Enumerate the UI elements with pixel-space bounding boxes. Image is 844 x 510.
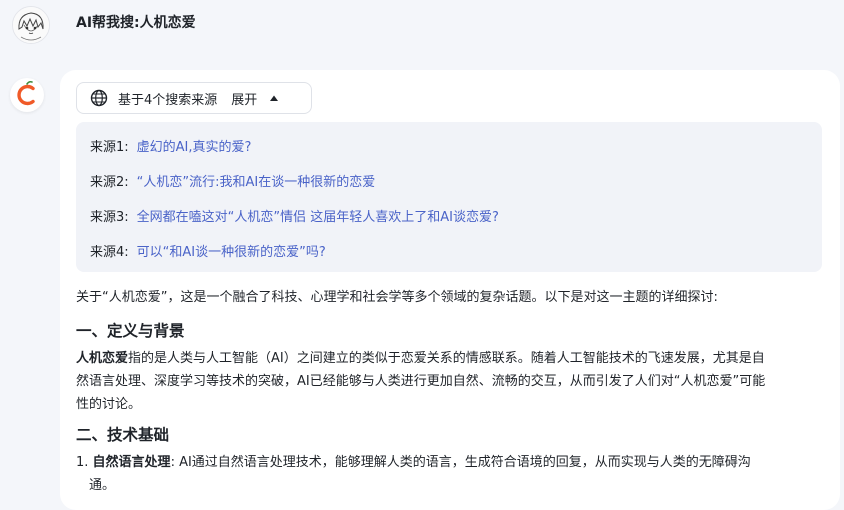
source-tag: 来源4:	[90, 245, 129, 260]
list-number: 1.	[76, 455, 89, 470]
orange-c-logo-icon	[17, 80, 35, 106]
source-tag: 来源2:	[90, 175, 129, 190]
answer-intro: 关于“人机恋爱”，这是一个融合了科技、心理学和社会学等多个领域的复杂话题。以下是…	[76, 290, 718, 305]
source-item-1[interactable]: 来源1: 虚幻的AI,真实的爱?	[90, 136, 251, 155]
list-item-text: : AI通过自然语言处理技术，能够理解人类的语言，生成符合语境的回复，从而实现与…	[170, 455, 751, 470]
source-link[interactable]: 全网都在嗑这对“人机恋”情侣 这届年轻人喜欢上了和AI谈恋爱?	[137, 210, 499, 225]
definition-paragraph: 人机恋爱指的是人类与人工智能（AI）之间建立的类似于恋爱关系的情感联系。随着人工…	[76, 347, 765, 416]
source-link[interactable]: “人机恋”流行:我和AI在谈一种很新的恋爱	[137, 175, 376, 190]
source-item-2[interactable]: 来源2: “人机恋”流行:我和AI在谈一种很新的恋爱	[90, 171, 375, 190]
source-item-3[interactable]: 来源3: 全网都在嗑这对“人机恋”情侣 这届年轻人喜欢上了和AI谈恋爱?	[90, 206, 499, 225]
user-avatar[interactable]	[12, 6, 50, 44]
sources-toggle-button[interactable]: 基于4个搜索来源 展开	[76, 82, 312, 114]
definition-line-2: 然语言处理、深度学习等技术的突破，AI已经能够与人类进行更加自然、流畅的交互，从…	[76, 374, 766, 389]
section-heading-tech: 二、技术基础	[76, 426, 170, 444]
globe-icon	[90, 89, 108, 107]
section-heading-definition: 一、定义与背景	[76, 322, 185, 340]
list-item-line-2: 通。	[89, 478, 116, 493]
tech-list-item-1: 1. 自然语言处理: AI通过自然语言处理技术，能够理解人类的语言，生成符合语境…	[76, 451, 751, 497]
caret-up-icon[interactable]	[269, 94, 279, 102]
anime-character-avatar-icon	[13, 7, 49, 43]
definition-term: 人机恋爱	[76, 351, 129, 366]
definition-line-1: 人机恋爱指的是人类与人工智能（AI）之间建立的类似于恋爱关系的情感联系。随着人工…	[76, 347, 765, 370]
source-tag: 来源3:	[90, 210, 129, 225]
answer-card: 基于4个搜索来源 展开 来源1: 虚幻的AI,真实的爱? 来源2: “人机恋”流行:…	[60, 70, 840, 510]
sources-count-label: 基于4个搜索来源	[118, 92, 218, 108]
list-item-line-1: 1. 自然语言处理: AI通过自然语言处理技术，能够理解人类的语言，生成符合语境…	[76, 451, 751, 474]
source-item-4[interactable]: 来源4: 可以“和AI谈一种很新的恋爱”吗?	[90, 241, 326, 260]
source-tag: 来源1:	[90, 140, 129, 155]
list-item-term: 自然语言处理	[92, 455, 171, 470]
user-query-text: AI帮我搜:人机恋爱	[76, 15, 196, 31]
source-link[interactable]: 虚幻的AI,真实的爱?	[137, 140, 252, 155]
assistant-avatar[interactable]	[10, 78, 44, 112]
expand-label[interactable]: 展开	[231, 89, 257, 108]
source-link[interactable]: 可以“和AI谈一种很新的恋爱”吗?	[137, 245, 326, 260]
sources-list: 来源1: 虚幻的AI,真实的爱? 来源2: “人机恋”流行:我和AI在谈一种很新的恋…	[76, 122, 822, 272]
definition-line-3: 性的讨论。	[76, 397, 142, 412]
definition-line-1-text: 指的是人类与人工智能（AI）之间建立的类似于恋爱关系的情感联系。随着人工智能技术…	[128, 351, 765, 366]
